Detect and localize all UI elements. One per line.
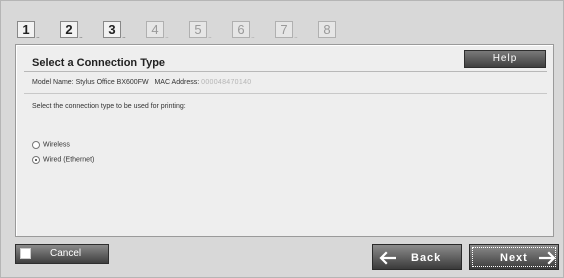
step-dots: ... bbox=[79, 33, 83, 40]
next-label: Next bbox=[500, 252, 528, 264]
step-number: 4 bbox=[146, 21, 164, 38]
step-number: 7 bbox=[275, 21, 293, 38]
back-label: Back bbox=[411, 252, 442, 264]
radio-button-selected-icon[interactable] bbox=[32, 156, 40, 164]
model-name: Model Name: Stylus Office BX600FW bbox=[32, 79, 149, 86]
divider bbox=[24, 93, 547, 94]
radio-label: Wireless bbox=[43, 141, 70, 149]
step-number: 1 bbox=[17, 21, 35, 38]
step-number: 5 bbox=[189, 21, 207, 38]
help-button[interactable]: Help bbox=[464, 50, 546, 68]
next-button[interactable]: Next bbox=[469, 244, 559, 270]
divider bbox=[24, 71, 547, 72]
printer-info: Model Name: Stylus Office BX600FW MAC Ad… bbox=[32, 79, 251, 86]
mac-address-value: 000048470140 bbox=[201, 79, 252, 86]
connection-type-panel: Select a Connection Type Help Model Name… bbox=[15, 44, 554, 237]
step-dots: ... bbox=[165, 33, 169, 40]
step-dots: ... bbox=[294, 33, 298, 40]
step-number: 8 bbox=[318, 21, 336, 38]
cancel-box-icon bbox=[20, 248, 31, 259]
step-dots: ... bbox=[36, 33, 40, 40]
radio-wireless[interactable]: Wireless bbox=[32, 141, 70, 151]
back-button[interactable]: Back bbox=[372, 244, 462, 270]
radio-wired-ethernet[interactable]: Wired (Ethernet) bbox=[32, 156, 94, 166]
step-number: 3 bbox=[103, 21, 121, 38]
step-dots: ... bbox=[251, 33, 255, 40]
mac-label: MAC Address: bbox=[154, 79, 200, 86]
step-dots: ... bbox=[122, 33, 126, 40]
instruction-text: Select the connection type to be used fo… bbox=[32, 103, 186, 110]
arrow-right-icon bbox=[539, 251, 556, 265]
radio-button-icon[interactable] bbox=[32, 141, 40, 149]
arrow-left-icon bbox=[379, 251, 396, 265]
step-number: 6 bbox=[232, 21, 250, 38]
installer-window: 1 ... 2 ... 3 ... 4 ... 5 ... 6 ... 7 ..… bbox=[0, 0, 564, 278]
page-title: Select a Connection Type bbox=[32, 57, 166, 69]
radio-label: Wired (Ethernet) bbox=[43, 156, 95, 164]
step-number: 2 bbox=[60, 21, 78, 38]
step-dots: ... bbox=[208, 33, 212, 40]
cancel-label: Cancel bbox=[50, 248, 82, 259]
cancel-button[interactable]: Cancel bbox=[15, 244, 109, 264]
